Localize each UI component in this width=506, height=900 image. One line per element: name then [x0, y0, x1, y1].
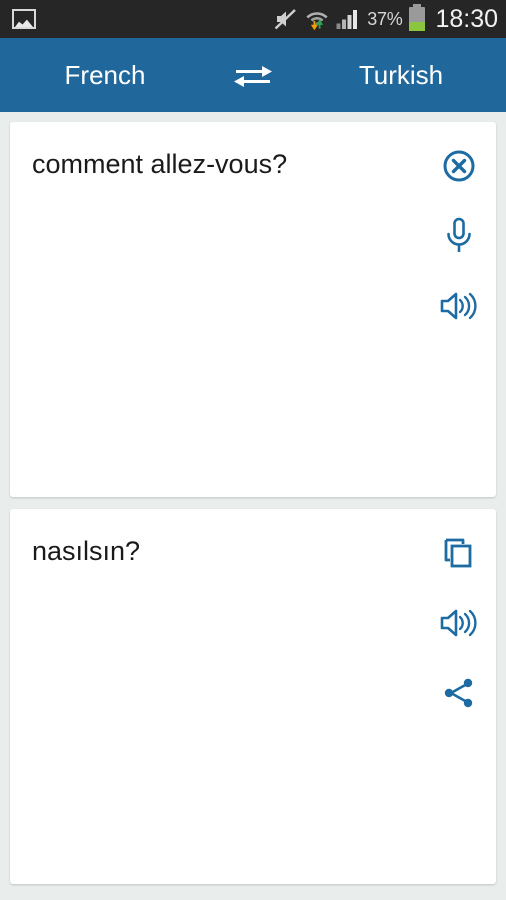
- clear-button[interactable]: [436, 146, 482, 186]
- copy-icon: [444, 538, 472, 568]
- speaker-icon: [440, 609, 477, 637]
- source-language-button[interactable]: French: [0, 62, 210, 88]
- source-text-input[interactable]: comment allez-vous?: [10, 122, 422, 497]
- microphone-icon: [447, 217, 471, 252]
- speak-source-button[interactable]: [436, 286, 482, 326]
- target-language-button[interactable]: Turkish: [296, 62, 506, 88]
- share-button[interactable]: [436, 673, 482, 713]
- source-card-actions: [422, 122, 496, 497]
- swap-languages-button[interactable]: [210, 60, 296, 90]
- photo-icon: [12, 9, 36, 29]
- wifi-transfer-icon: [306, 12, 328, 31]
- language-selector-bar: French Turkish: [0, 38, 506, 112]
- status-bar-notifications: [12, 9, 36, 29]
- translation-cards-area: comment allez-vous? nasılsın?: [0, 112, 506, 900]
- share-icon: [444, 678, 473, 708]
- copy-button[interactable]: [436, 533, 482, 573]
- translator-app-screen: 37% 18:30 French Turkish comment allez-v…: [0, 0, 506, 900]
- volume-mute-icon: [274, 9, 297, 30]
- status-bar-clock: 18:30: [435, 4, 498, 33]
- close-circle-icon: [443, 150, 475, 182]
- target-text-card: nasılsın?: [10, 509, 496, 884]
- speak-target-button[interactable]: [436, 603, 482, 643]
- source-text-card: comment allez-vous?: [10, 122, 496, 497]
- battery-icon: [409, 4, 426, 31]
- status-bar: 37% 18:30: [0, 0, 506, 38]
- speaker-icon: [440, 292, 477, 320]
- battery-fill: [409, 22, 426, 31]
- translated-text[interactable]: nasılsın?: [10, 509, 422, 884]
- swap-arrows-icon: [234, 66, 272, 87]
- voice-input-button[interactable]: [436, 216, 482, 256]
- battery-percentage: 37%: [367, 8, 403, 29]
- status-bar-system-icons: 37% 18:30: [274, 4, 498, 33]
- cellular-signal-icon: [336, 10, 358, 29]
- target-card-actions: [422, 509, 496, 884]
